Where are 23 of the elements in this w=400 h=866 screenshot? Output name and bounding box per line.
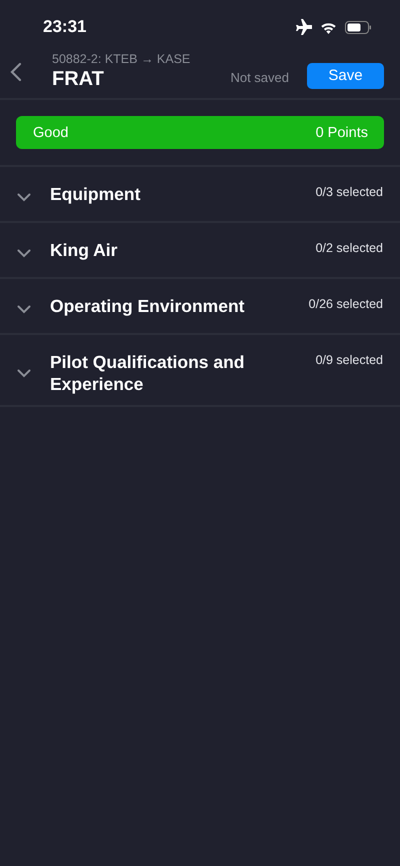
airplane-icon [294, 19, 312, 35]
save-button[interactable]: Save [307, 62, 384, 88]
section-row[interactable]: Pilot Qualifications and Experience 0/9 selected [0, 335, 400, 407]
battery-icon [345, 20, 372, 34]
selected-count: 0/2 selected [316, 241, 383, 255]
page-title: FRAT [52, 68, 105, 91]
selected-count: 0/9 selected [316, 353, 383, 367]
section-row[interactable]: Operating Environment 0/26 selected [0, 279, 400, 335]
section-row[interactable]: King Air 0/2 selected [0, 223, 400, 279]
section-title: King Air [50, 239, 118, 261]
section-title: Operating Environment [50, 295, 246, 317]
section-row[interactable]: Equipment 0/3 selected [0, 167, 400, 223]
flight-subtitle: 50882-2: KTEB → KASE [52, 52, 192, 66]
selected-count: 0/3 selected [316, 185, 383, 199]
save-status: Not saved [230, 70, 289, 85]
section-title: Pilot Qualifications and Experience [50, 351, 246, 395]
risk-rating: Good [33, 124, 68, 140]
selected-count: 0/26 selected [308, 297, 383, 311]
wifi-icon [320, 20, 337, 34]
back-icon[interactable] [10, 62, 22, 82]
risk-points: 0 Points [316, 124, 368, 140]
status-time: 23:31 [43, 17, 86, 37]
section-title: Equipment [50, 183, 142, 205]
